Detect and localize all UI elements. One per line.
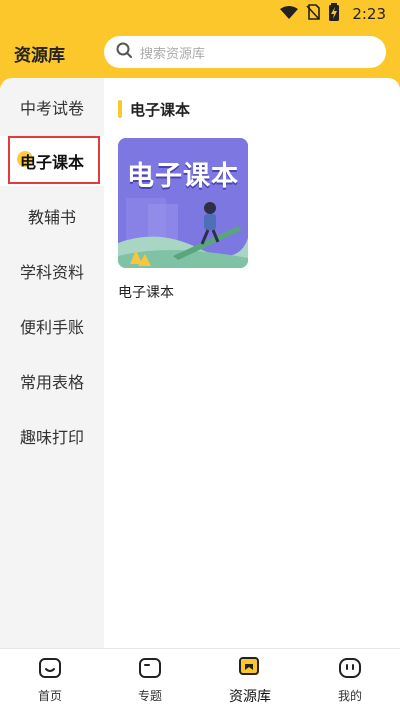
nav-label: 我的 <box>337 689 362 703</box>
resource-card[interactable]: 电子课本 电子课本 <box>118 138 248 301</box>
sidebar-item-label: 教辅书 <box>27 208 76 227</box>
section-title: 电子课本 <box>130 101 191 119</box>
sidebar-item-handy-notebook[interactable]: 便利手账 <box>0 301 104 351</box>
sidebar-item-subject-materials[interactable]: 学科资料 <box>0 246 104 296</box>
card-thumbnail: 电子课本 <box>118 138 248 268</box>
sidebar-item-label: 便利手账 <box>19 318 84 337</box>
library-icon <box>238 656 262 682</box>
profile-icon <box>338 657 362 683</box>
search-icon <box>116 42 132 62</box>
wifi-icon <box>280 5 299 24</box>
no-sim-icon <box>306 4 321 24</box>
sidebar-item-label: 常用表格 <box>19 373 84 392</box>
status-time: 2:23 <box>352 5 386 23</box>
bottom-nav: 首页 专题 资源库 我的 <box>0 648 400 711</box>
nav-label: 专题 <box>137 689 162 703</box>
sidebar-item-exam-papers[interactable]: 中考试卷 <box>0 82 104 132</box>
main-content: 电子课本 电子课本 电子课本 <box>104 78 400 648</box>
sidebar-item-label: 中考试卷 <box>19 99 84 118</box>
card-caption: 电子课本 <box>118 285 174 301</box>
nav-label: 资源库 <box>229 688 271 705</box>
page-title: 资源库 <box>14 45 65 66</box>
sidebar-item-fun-printing[interactable]: 趣味打印 <box>0 411 104 461</box>
nav-topics[interactable]: 专题 <box>100 649 200 711</box>
sidebar-item-label: 趣味打印 <box>19 428 84 447</box>
nav-library[interactable]: 资源库 <box>200 649 300 711</box>
category-sidebar: 中考试卷 电子课本 教辅书 学科资料 便利手账 常用表格 趣味打印 <box>0 78 104 648</box>
sidebar-item-tutorial-books[interactable]: 教辅书 <box>0 191 104 241</box>
sidebar-item-label: 学科资料 <box>19 263 84 282</box>
nav-profile[interactable]: 我的 <box>300 649 400 711</box>
status-bar: 2:23 <box>0 0 400 28</box>
nav-label: 首页 <box>37 689 62 703</box>
header: 资源库 搜索资源库 <box>0 28 400 78</box>
home-icon <box>38 657 62 683</box>
sidebar-item-common-forms[interactable]: 常用表格 <box>0 356 104 406</box>
sidebar-item-e-textbook[interactable]: 电子课本 <box>0 136 104 186</box>
thumbnail-title: 电子课本 <box>127 161 239 192</box>
search-placeholder: 搜索资源库 <box>140 46 206 62</box>
search-input[interactable]: 搜索资源库 <box>104 36 386 68</box>
nav-home[interactable]: 首页 <box>0 649 100 711</box>
sidebar-item-label: 电子课本 <box>19 153 84 172</box>
topic-icon <box>138 657 162 683</box>
battery-charging-icon <box>328 3 340 25</box>
section-accent-bar <box>118 100 122 118</box>
